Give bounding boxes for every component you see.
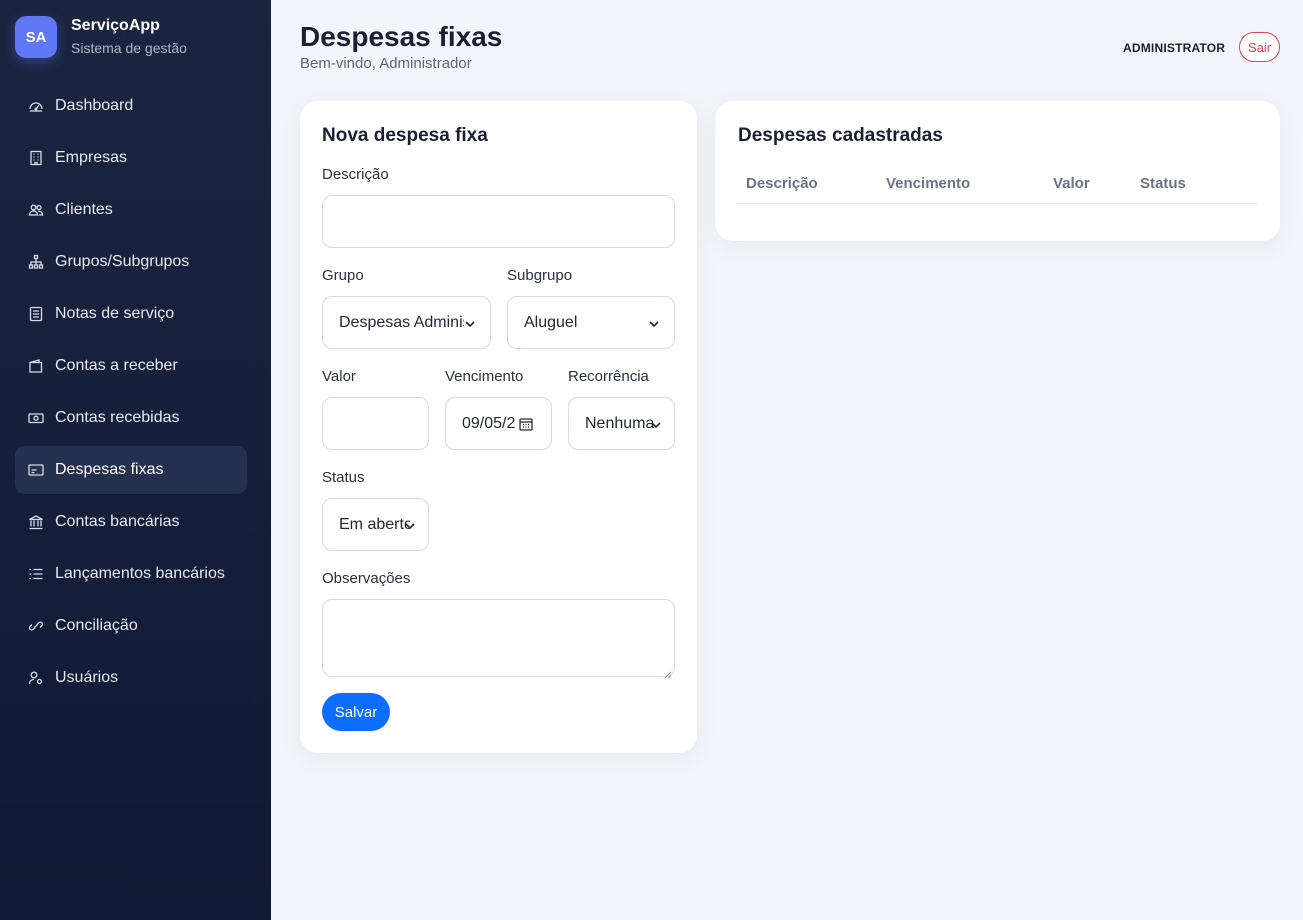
sidebar-item-notas[interactable]: Notas de serviço	[15, 290, 247, 338]
card-icon	[28, 462, 44, 478]
vencimento-date-input[interactable]: 09/05/2025	[445, 397, 552, 450]
brand[interactable]: SA ServiçoApp Sistema de gestão	[15, 16, 187, 58]
subgrupo-select[interactable]: Aluguel	[507, 296, 675, 349]
brand-name: ServiçoApp	[71, 17, 160, 34]
column-header-valor[interactable]: Valor	[1053, 175, 1090, 192]
brand-text: ServiçoApp Sistema de gestão	[71, 16, 187, 58]
people-icon	[28, 202, 44, 218]
sidebar-item-label: Contas a receber	[55, 357, 178, 374]
sidebar-item-label: Usuários	[55, 669, 119, 686]
page-subtitle: Bem-vindo, Administrador	[300, 55, 472, 72]
building-icon	[28, 150, 44, 166]
recorrencia-value: Nenhuma	[585, 414, 655, 432]
list-title: Despesas cadastradas	[738, 125, 943, 146]
sidebar-item-despesas-fixas[interactable]: Despesas fixas	[15, 446, 247, 494]
sidebar-item-contas-recebidas[interactable]: Contas recebidas	[15, 394, 247, 442]
table-header-divider	[737, 203, 1257, 204]
sidebar-item-label: Dashboard	[55, 97, 134, 114]
page-title: Despesas fixas	[300, 21, 503, 52]
recorrencia-select[interactable]: Nenhuma	[568, 397, 675, 450]
grupo-select[interactable]: Despesas Administrativas	[322, 296, 491, 349]
sidebar-item-empresas[interactable]: Empresas	[15, 134, 247, 182]
sidebar-item-label: Despesas fixas	[55, 461, 164, 478]
brand-logo: SA	[15, 16, 57, 58]
sidebar-item-label: Notas de serviço	[55, 305, 175, 322]
subgrupo-value: Aluguel	[524, 313, 578, 331]
vencimento-value: 09/05/2025	[462, 414, 515, 432]
brand-subtitle: Sistema de gestão	[71, 40, 187, 56]
resize-handle-icon[interactable]	[664, 666, 672, 679]
sidebar-item-clientes[interactable]: Clientes	[15, 186, 247, 234]
sidebar-item-grupos[interactable]: Grupos/Subgrupos	[15, 238, 247, 286]
vencimento-label: Vencimento	[445, 368, 524, 385]
wallet-icon	[28, 358, 44, 374]
bank-icon	[28, 514, 44, 530]
list-icon	[28, 566, 44, 582]
observacoes-textarea[interactable]	[322, 599, 675, 679]
sidebar-item-label: Contas recebidas	[55, 409, 180, 426]
descricao-label: Descrição	[322, 166, 389, 183]
sidebar-item-label: Grupos/Subgrupos	[55, 253, 190, 270]
column-header-descricao[interactable]: Descrição	[746, 175, 818, 192]
user-gear-icon	[28, 670, 44, 686]
sidebar-item-conciliacao[interactable]: Conciliação	[15, 602, 247, 650]
expenses-list-card	[715, 101, 1280, 241]
sidebar-item-label: Empresas	[55, 149, 128, 166]
sidebar-item-usuarios[interactable]: Usuários	[15, 654, 247, 702]
sidebar-item-contas-bancarias[interactable]: Contas bancárias	[15, 498, 247, 546]
chevron-down-icon	[464, 317, 476, 329]
sidebar-nav: Dashboard Empresas Clientes Grupos/Subgr…	[15, 82, 247, 706]
column-header-status[interactable]: Status	[1140, 175, 1186, 192]
sidebar: SA ServiçoApp Sistema de gestão Dashboar…	[0, 0, 271, 920]
sidebar-item-label: Contas bancárias	[55, 513, 180, 530]
status-value: Em aberto	[339, 515, 410, 533]
chevron-down-icon	[404, 519, 416, 531]
descricao-input[interactable]	[322, 195, 675, 248]
subgrupo-label: Subgrupo	[507, 267, 573, 284]
sidebar-item-label: Lançamentos bancários	[55, 565, 225, 582]
document-icon	[28, 306, 44, 322]
user-name: ADMINISTRATOR	[1123, 41, 1226, 55]
link-icon	[28, 618, 44, 634]
sidebar-item-label: Conciliação	[55, 617, 138, 634]
chevron-down-icon	[650, 418, 662, 430]
save-button[interactable]: Salvar	[322, 693, 390, 731]
sidebar-item-lancamentos[interactable]: Lançamentos bancários	[15, 550, 247, 598]
gauge-icon	[28, 98, 44, 114]
chevron-down-icon	[648, 317, 660, 329]
valor-input[interactable]	[322, 397, 429, 450]
grupo-value: Despesas Administrativas	[339, 313, 464, 331]
cash-icon	[28, 410, 44, 426]
grupo-label: Grupo	[322, 267, 364, 284]
recorrencia-label: Recorrência	[568, 368, 649, 385]
hierarchy-icon	[28, 254, 44, 270]
form-title: Nova despesa fixa	[322, 125, 488, 146]
column-header-vencimento[interactable]: Vencimento	[886, 175, 970, 192]
status-select[interactable]: Em aberto	[322, 498, 429, 551]
observacoes-label: Observações	[322, 570, 411, 587]
sidebar-item-dashboard[interactable]: Dashboard	[15, 82, 247, 130]
valor-label: Valor	[322, 368, 356, 385]
logout-button[interactable]: Sair	[1239, 32, 1280, 62]
calendar-icon[interactable]	[519, 417, 533, 431]
sidebar-item-contas-receber[interactable]: Contas a receber	[15, 342, 247, 390]
sidebar-item-label: Clientes	[55, 201, 113, 218]
status-label: Status	[322, 469, 365, 486]
